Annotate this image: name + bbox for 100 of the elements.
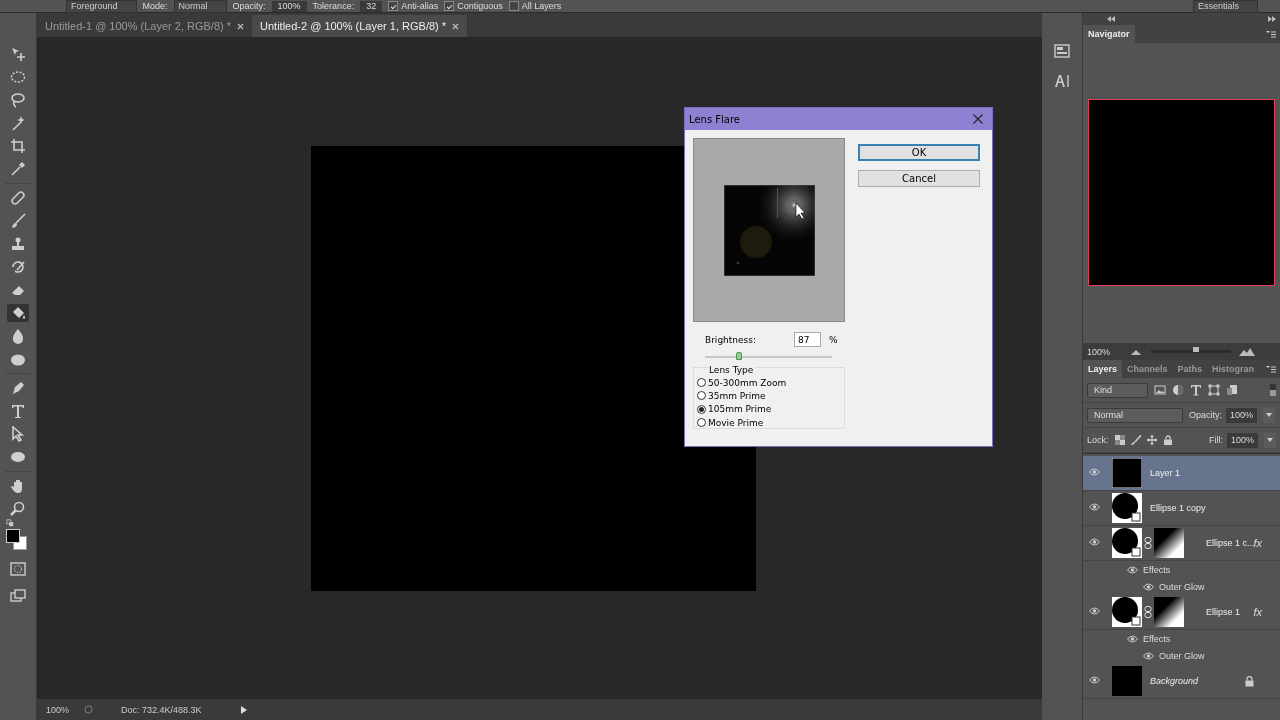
- document-tab[interactable]: Untitled-2 @ 100% (Layer 1, RGB/8) *: [252, 15, 468, 37]
- checkbox[interactable]: [388, 1, 399, 11]
- filter-dropdown[interactable]: Kind: [1087, 382, 1148, 398]
- effect-label: Effects: [1143, 564, 1171, 575]
- tolerance-field[interactable]: 32: [360, 0, 383, 12]
- layer-row[interactable]: Layer 1: [1083, 456, 1280, 491]
- type-filter-icon[interactable]: [1190, 384, 1202, 396]
- effects-icon: fx: [1253, 537, 1262, 549]
- mode-dropdown[interactable]: Normal: [173, 0, 227, 13]
- layer-row[interactable]: Ellipse 1 copy: [1083, 491, 1280, 526]
- ellipse-marquee-icon[interactable]: [10, 69, 26, 85]
- panel-tab[interactable]: Paths: [1172, 360, 1208, 378]
- checkbox[interactable]: [508, 1, 519, 11]
- panel-menu-icon[interactable]: [1266, 365, 1276, 373]
- chain-link-icon: [1144, 537, 1152, 549]
- effect-label: Outer Glow: [1159, 581, 1205, 592]
- color-swatches[interactable]: [6, 529, 28, 551]
- smart-object-filter-icon[interactable]: [1226, 384, 1238, 396]
- lock-icon[interactable]: [1162, 435, 1173, 445]
- visibility-eye-icon[interactable]: [1089, 503, 1100, 511]
- drop-icon[interactable]: [10, 328, 26, 344]
- visibility-eye-icon[interactable]: [1143, 582, 1154, 591]
- arrow-pointer-icon[interactable]: [10, 426, 26, 442]
- dialog-button[interactable]: OK: [858, 144, 980, 161]
- move-tool-icon[interactable]: [10, 46, 26, 62]
- dropdown-arrow-icon[interactable]: [1267, 438, 1273, 442]
- history-brush-icon[interactable]: [10, 259, 26, 275]
- stamp-icon[interactable]: [10, 236, 26, 252]
- mode-label: Mode:: [142, 0, 168, 12]
- blend-mode-dropdown[interactable]: Normal: [1087, 407, 1183, 423]
- crop-icon[interactable]: [10, 138, 26, 154]
- visibility-eye-icon[interactable]: [1127, 565, 1138, 574]
- radio-option[interactable]: Movie Prime: [694, 415, 844, 430]
- slider-thumb[interactable]: [736, 352, 743, 360]
- visibility-eye-icon[interactable]: [1089, 676, 1100, 684]
- eyedropper-icon[interactable]: [10, 161, 26, 177]
- visibility-eye-icon[interactable]: [1143, 651, 1154, 660]
- layer-row[interactable]: Ellipse 1 fx: [1083, 595, 1280, 630]
- zoom-out-icon[interactable]: [1131, 348, 1141, 355]
- layer-row[interactable]: Ellipse 1 c...fx: [1083, 526, 1280, 561]
- dropdown-arrow-icon[interactable]: [1266, 413, 1273, 417]
- filter-toggle-icon[interactable]: [1270, 384, 1276, 396]
- image-filter-icon[interactable]: [1154, 384, 1166, 396]
- layer-thumbnail: [1112, 493, 1142, 523]
- zoom-in-icon[interactable]: [1239, 347, 1255, 356]
- play-icon[interactable]: [241, 705, 247, 714]
- panel-menu-icon[interactable]: [1266, 30, 1276, 38]
- lock-move-icon[interactable]: [1146, 435, 1157, 445]
- workspace-dropdown[interactable]: Essentials: [1192, 0, 1258, 13]
- default-colors-icon[interactable]: [6, 519, 14, 527]
- radio-option[interactable]: 50-300mm Zoom: [694, 376, 844, 390]
- visibility-eye-icon[interactable]: [1089, 468, 1100, 476]
- panel-tab[interactable]: Channels: [1122, 360, 1173, 378]
- zoom-slider-thumb[interactable]: [1192, 347, 1199, 352]
- lasso-icon[interactable]: [10, 92, 26, 108]
- info-icon[interactable]: [84, 705, 93, 714]
- adjustment-filter-icon[interactable]: [1172, 384, 1184, 396]
- checkbox-label: Anti-alias: [401, 0, 439, 12]
- lock-label: Lock:: [1087, 435, 1109, 445]
- panel-tab[interactable]: Layers: [1083, 360, 1123, 378]
- document-tab[interactable]: Untitled-1 @ 100% (Layer 2, RGB/8) *: [37, 15, 253, 37]
- brightness-field[interactable]: 87: [794, 332, 821, 347]
- panel-icon[interactable]: [1054, 43, 1070, 59]
- radio-option[interactable]: 105mm Prime: [694, 402, 844, 416]
- navigator-tab[interactable]: Navigator: [1083, 25, 1135, 43]
- expand-icon[interactable]: [1268, 16, 1276, 22]
- pen-icon[interactable]: [10, 380, 26, 396]
- zoom-icon[interactable]: [10, 501, 26, 517]
- brush-icon[interactable]: [10, 213, 26, 229]
- preset-dropdown[interactable]: Foreground: [66, 0, 137, 13]
- fill-label: Fill:: [1208, 435, 1223, 445]
- screen-mode-icon[interactable]: [10, 589, 26, 603]
- bandage-icon[interactable]: [10, 190, 26, 206]
- fill-field[interactable]: 100%: [1226, 432, 1258, 448]
- ellipse-shape-icon[interactable]: [10, 449, 26, 465]
- zoom-field[interactable]: 100%: [1087, 346, 1131, 357]
- lock-transparency-icon[interactable]: [1114, 435, 1125, 445]
- brightness-label: Brightness:: [705, 334, 757, 345]
- opacity-field[interactable]: 100%: [1226, 407, 1258, 423]
- visibility-eye-icon[interactable]: [1089, 538, 1100, 546]
- layer-row[interactable]: Background: [1083, 664, 1280, 699]
- quick-mask-icon[interactable]: [10, 562, 26, 576]
- panel-tab[interactable]: Histogran: [1207, 360, 1260, 378]
- close-icon[interactable]: [973, 114, 983, 124]
- lock-brush-icon[interactable]: [1130, 435, 1141, 445]
- tolerance-label: Tolerance:: [312, 0, 355, 12]
- document-size: Doc: 732.4K/488.3K: [121, 704, 203, 715]
- radio-option[interactable]: 35mm Prime: [694, 389, 844, 403]
- shape-filter-icon[interactable]: [1208, 384, 1220, 396]
- effect-label: Effects: [1143, 633, 1171, 644]
- checkbox[interactable]: [444, 1, 455, 11]
- zoom-level[interactable]: 100%: [46, 704, 74, 715]
- type-tool-icon[interactable]: [10, 403, 26, 419]
- magic-wand-icon[interactable]: [10, 115, 26, 131]
- collapse-icon[interactable]: [1107, 16, 1115, 22]
- character-icon[interactable]: [1054, 73, 1070, 89]
- dialog-button[interactable]: Cancel: [858, 170, 980, 187]
- visibility-eye-icon[interactable]: [1127, 634, 1138, 643]
- visibility-eye-icon[interactable]: [1089, 607, 1100, 615]
- opacity-field[interactable]: 100%: [271, 0, 307, 12]
